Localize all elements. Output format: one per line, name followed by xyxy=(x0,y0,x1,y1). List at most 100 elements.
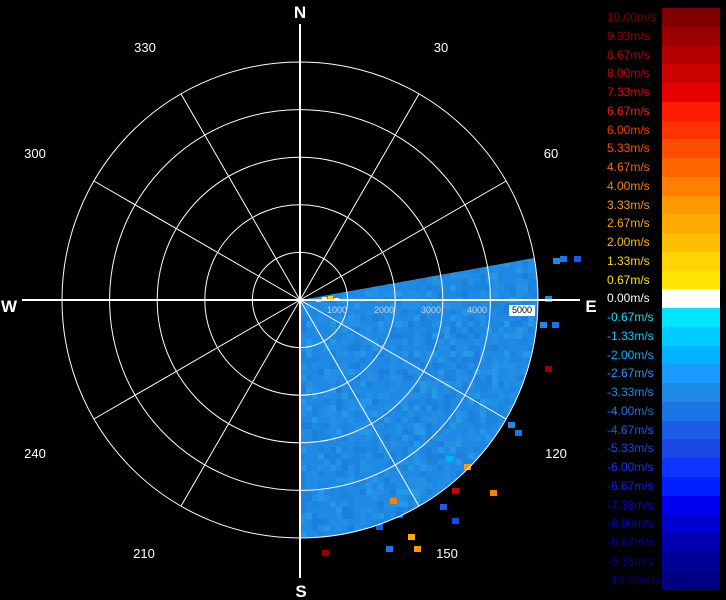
velocity-pixel xyxy=(354,423,360,429)
velocity-pixel xyxy=(522,273,528,279)
velocity-pixel xyxy=(474,267,480,273)
velocity-pixel xyxy=(396,291,402,297)
legend-row: -5.33m/s xyxy=(607,439,720,459)
velocity-pixel xyxy=(456,345,462,351)
velocity-pixel xyxy=(468,321,474,327)
velocity-pixel xyxy=(450,309,456,315)
velocity-pixel xyxy=(528,279,534,285)
velocity-pixel xyxy=(384,357,390,363)
velocity-pixel xyxy=(372,345,378,351)
velocity-pixel xyxy=(438,465,444,471)
velocity-pixel xyxy=(456,369,462,375)
velocity-pixel xyxy=(420,465,426,471)
velocity-pixel xyxy=(420,273,426,279)
velocity-pixel xyxy=(504,477,510,483)
velocity-pixel xyxy=(432,327,438,333)
velocity-pixel xyxy=(342,393,348,399)
velocity-pixel xyxy=(522,291,528,297)
velocity-pixel xyxy=(462,375,468,381)
echo-pixel xyxy=(322,550,329,556)
velocity-pixel xyxy=(474,339,480,345)
velocity-pixel xyxy=(414,339,420,345)
velocity-pixel xyxy=(450,327,456,333)
velocity-pixel xyxy=(426,261,432,267)
legend-label: 2.00m/s xyxy=(607,235,650,249)
velocity-pixel xyxy=(342,423,348,429)
velocity-pixel xyxy=(384,423,390,429)
velocity-pixel xyxy=(438,345,444,351)
velocity-pixel xyxy=(522,399,528,405)
velocity-pixel xyxy=(474,435,480,441)
legend-row: 0.67m/s xyxy=(607,270,720,290)
velocity-pixel xyxy=(516,333,522,339)
velocity-pixel xyxy=(366,267,372,273)
velocity-pixel xyxy=(480,429,486,435)
velocity-pixel xyxy=(486,477,492,483)
velocity-pixel xyxy=(312,495,318,501)
velocity-pixel xyxy=(456,273,462,279)
velocity-pixel xyxy=(378,369,384,375)
velocity-pixel xyxy=(354,537,360,538)
velocity-pixel xyxy=(468,315,474,321)
velocity-pixel xyxy=(498,321,504,327)
velocity-pixel xyxy=(468,501,474,507)
velocity-pixel xyxy=(408,513,414,519)
velocity-pixel xyxy=(312,525,318,531)
velocity-pixel xyxy=(420,459,426,465)
velocity-pixel xyxy=(396,345,402,351)
velocity-pixel xyxy=(534,363,538,369)
velocity-pixel xyxy=(510,333,516,339)
velocity-pixel xyxy=(534,519,538,525)
velocity-pixel xyxy=(330,321,336,327)
velocity-pixel xyxy=(330,363,336,369)
velocity-pixel xyxy=(474,351,480,357)
legend-label: -8.67m/s xyxy=(607,535,654,549)
velocity-pixel xyxy=(414,267,420,273)
azimuth-spoke xyxy=(93,299,301,420)
velocity-pixel xyxy=(390,369,396,375)
velocity-pixel xyxy=(492,525,498,531)
velocity-pixel xyxy=(354,411,360,417)
velocity-pixel xyxy=(522,525,528,531)
velocity-pixel xyxy=(384,315,390,321)
angle-label-60: 60 xyxy=(544,146,558,161)
velocity-pixel xyxy=(516,375,522,381)
velocity-pixel xyxy=(414,393,420,399)
legend-swatch xyxy=(662,345,720,365)
velocity-pixel xyxy=(456,495,462,501)
velocity-pixel xyxy=(420,387,426,393)
velocity-pixel xyxy=(330,381,336,387)
velocity-pixel xyxy=(486,435,492,441)
velocity-pixel xyxy=(510,393,516,399)
velocity-pixel xyxy=(474,333,480,339)
velocity-pixel xyxy=(498,441,504,447)
velocity-pixel xyxy=(354,441,360,447)
velocity-pixel xyxy=(456,471,462,477)
velocity-pixel xyxy=(336,537,342,538)
velocity-pixel xyxy=(342,429,348,435)
velocity-pixel xyxy=(372,315,378,321)
velocity-pixel xyxy=(312,417,318,423)
velocity-pixel xyxy=(432,321,438,327)
velocity-pixel xyxy=(462,411,468,417)
velocity-pixel xyxy=(468,531,474,537)
velocity-pixel xyxy=(372,261,378,267)
velocity-pixel xyxy=(396,258,402,261)
velocity-pixel xyxy=(384,435,390,441)
velocity-pixel xyxy=(462,291,468,297)
velocity-pixel xyxy=(480,381,486,387)
velocity-pixel xyxy=(348,405,354,411)
velocity-pixel xyxy=(402,351,408,357)
legend-label: 0.00m/s xyxy=(607,291,650,306)
legend-swatch xyxy=(662,533,720,552)
velocity-pixel xyxy=(516,459,522,465)
velocity-pixel xyxy=(324,327,330,333)
velocity-pixel xyxy=(462,381,468,387)
velocity-pixel xyxy=(450,357,456,363)
velocity-pixel xyxy=(468,285,474,291)
velocity-pixel xyxy=(456,417,462,423)
velocity-pixel xyxy=(348,417,354,423)
velocity-pixel xyxy=(528,369,534,375)
velocity-pixel xyxy=(492,381,498,387)
velocity-pixel xyxy=(444,375,450,381)
